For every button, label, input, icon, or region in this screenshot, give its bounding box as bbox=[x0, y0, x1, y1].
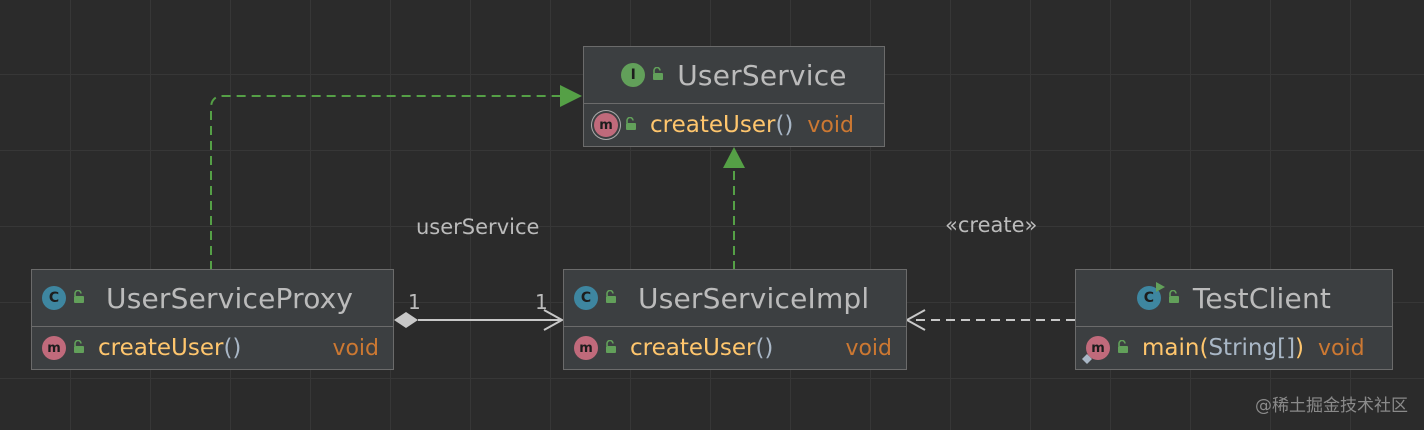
class-icon: C bbox=[574, 286, 598, 310]
static-marker-icon bbox=[1082, 354, 1092, 364]
method-icon: m bbox=[42, 336, 66, 360]
userservice-title: UserService bbox=[677, 58, 847, 92]
create-stereotype-label: «create» bbox=[945, 213, 1038, 237]
method-name: createUser bbox=[630, 335, 756, 361]
impl-header: C UserServiceImpl bbox=[564, 270, 906, 327]
public-lock-icon bbox=[651, 66, 665, 85]
public-lock-icon bbox=[1116, 339, 1130, 358]
method-return-type: void bbox=[845, 335, 892, 361]
runnable-class-icon: C bbox=[1136, 282, 1165, 310]
public-lock-icon bbox=[604, 289, 618, 308]
public-lock-icon bbox=[624, 116, 638, 135]
watermark: @稀土掘金技术社区 bbox=[1255, 396, 1408, 416]
client-header: C TestClient bbox=[1076, 270, 1392, 327]
userservice-interface-node[interactable]: I UserService m createUser () void bbox=[583, 46, 885, 147]
userservice-header: I UserService bbox=[584, 47, 884, 104]
method-icon: m bbox=[574, 336, 598, 360]
impl-realization-arrowhead bbox=[723, 147, 745, 168]
public-lock-icon bbox=[72, 289, 86, 308]
method-params-close: ) bbox=[1295, 335, 1305, 361]
client-title: TestClient bbox=[1192, 281, 1332, 315]
class-icon: C bbox=[42, 286, 66, 310]
interface-icon: I bbox=[621, 63, 646, 87]
userserviceproxy-class-node[interactable]: C UserServiceProxy m createUser () void bbox=[31, 269, 394, 370]
userservice-method-row[interactable]: m createUser () void bbox=[584, 104, 884, 146]
impl-method-row[interactable]: m createUser () void bbox=[564, 327, 906, 369]
proxy-realization-arrowhead bbox=[560, 85, 582, 107]
public-lock-icon bbox=[72, 339, 86, 358]
public-lock-icon bbox=[604, 339, 618, 358]
method-param-type: String[] bbox=[1208, 335, 1296, 361]
userserviceimpl-class-node[interactable]: C UserServiceImpl m createUser () void bbox=[563, 269, 907, 370]
proxy-title: UserServiceProxy bbox=[106, 281, 354, 315]
method-params: () bbox=[755, 335, 774, 361]
source-multiplicity: 1 bbox=[408, 290, 421, 314]
static-method-icon: m bbox=[1082, 336, 1110, 364]
testclient-class-node[interactable]: C TestClient m main ( String[] ) void bbox=[1075, 269, 1393, 370]
public-lock-icon bbox=[1167, 289, 1181, 308]
target-multiplicity: 1 bbox=[535, 290, 548, 314]
method-name: createUser bbox=[98, 335, 224, 361]
method-return-type: void bbox=[1318, 335, 1365, 361]
proxy-realizes-userservice-edge[interactable] bbox=[210, 95, 562, 270]
method-params: () bbox=[775, 112, 794, 138]
proxy-method-row[interactable]: m createUser () void bbox=[32, 327, 393, 369]
association-role-label: userService bbox=[416, 215, 540, 239]
method-name: createUser bbox=[650, 112, 776, 138]
method-params-open: ( bbox=[1199, 335, 1209, 361]
proxy-header: C UserServiceProxy bbox=[32, 270, 393, 327]
abstract-method-icon: m bbox=[594, 113, 618, 137]
method-return-type: void bbox=[332, 335, 379, 361]
method-params: () bbox=[223, 335, 242, 361]
impl-title: UserServiceImpl bbox=[638, 281, 870, 315]
method-return-type: void bbox=[807, 112, 854, 138]
client-method-row[interactable]: m main ( String[] ) void bbox=[1076, 327, 1392, 369]
run-marker-icon bbox=[1155, 282, 1165, 292]
method-name: main bbox=[1142, 335, 1200, 361]
composition-diamond bbox=[394, 312, 418, 328]
